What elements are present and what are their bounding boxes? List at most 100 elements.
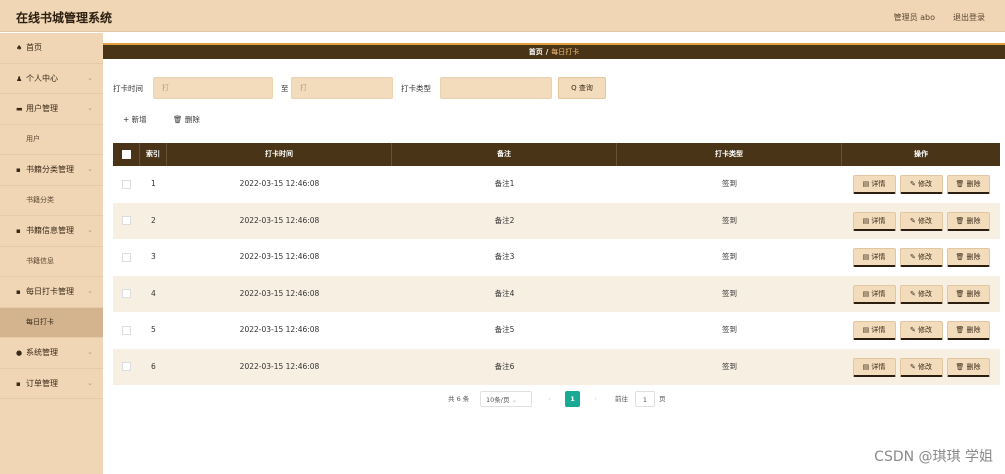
- chevron-down-icon: ⌄: [511, 396, 517, 404]
- chevron-down-icon: ⌄: [87, 104, 93, 112]
- search-bar: 打卡时间 打 至 打 打卡类型 Q 查询: [113, 77, 993, 99]
- row-checkbox-cell[interactable]: [113, 203, 140, 240]
- detail-button[interactable]: ▤ 详情: [852, 175, 896, 194]
- grid-icon: ▪: [16, 288, 21, 296]
- row-checkbox[interactable]: [122, 216, 131, 225]
- delete-button[interactable]: 🗑 删除: [946, 211, 990, 231]
- sidebar-item[interactable]: ♟ 个人中心 ⌄: [0, 64, 103, 94]
- add-button[interactable]: + 新增: [123, 114, 147, 125]
- header-index: 索引: [140, 143, 167, 166]
- table-row: 3 2022-03-15 12:46:08 备注3 签到 ▤ 详情 ✎ 修改 🗑 删除: [113, 239, 1000, 276]
- delete-button[interactable]: 🗑 删除: [946, 357, 990, 377]
- row-actions: ▤ 详情 ✎ 修改 🗑 删除: [842, 349, 1000, 377]
- cell-note: 备注3: [494, 252, 515, 261]
- sidebar-item-label: 系统管理: [26, 348, 58, 357]
- detail-button[interactable]: ▤ 详情: [852, 248, 896, 267]
- select-all-checkbox-cell[interactable]: [113, 143, 140, 166]
- bulk-delete-button[interactable]: 🗑 删除: [173, 114, 200, 125]
- row-actions: ▤ 详情 ✎ 修改 🗑 删除: [842, 203, 1000, 231]
- pagination: 共 6 条 10条/页 ⌄ ‹ 1 › 前往 1 页: [448, 391, 688, 407]
- chevron-down-icon: ⌄: [87, 226, 93, 234]
- edit-button[interactable]: ✎ 修改: [899, 284, 943, 304]
- page-size-value: 10条/页: [486, 396, 510, 404]
- cell-type: 签到: [722, 252, 737, 261]
- cell-ops: ▤ 详情 ✎ 修改 🗑 删除: [842, 239, 1000, 276]
- delete-button[interactable]: 🗑 删除: [946, 284, 990, 304]
- row-checkbox[interactable]: [122, 325, 131, 335]
- sidebar-item[interactable]: ▪ 书籍分类管理 ⌄: [0, 155, 103, 185]
- chevron-down-icon: ⌄: [87, 165, 93, 173]
- edit-button[interactable]: ✎ 修改: [899, 248, 943, 267]
- breadcrumb-home[interactable]: 首页: [529, 48, 543, 56]
- cell-time: 2022-03-15 12:46:08: [239, 288, 320, 298]
- goto-label: 前往: [615, 395, 628, 403]
- cell-time: 2022-03-15 12:46:08: [239, 252, 320, 261]
- edit-button[interactable]: ✎ 修改: [899, 211, 943, 231]
- sidebar-item-label: 每日打卡管理: [26, 287, 74, 296]
- table-row: 1 2022-03-15 12:46:08 备注1 签到 ▤ 详情 ✎ 修改 🗑 删除: [113, 166, 1000, 203]
- table-header: 索引 打卡时间 备注 打卡类型 操作: [113, 143, 1000, 166]
- breadcrumb-separator: /: [545, 48, 549, 56]
- app-title: 在线书城管理系统: [16, 11, 113, 25]
- edit-button[interactable]: ✎ 修改: [899, 321, 943, 340]
- sidebar-item[interactable]: ● 系统管理 ⌄: [0, 338, 103, 368]
- time-to-input[interactable]: 打: [291, 77, 393, 99]
- delete-button[interactable]: 🗑 删除: [946, 321, 990, 340]
- sidebar-subitem[interactable]: 每日打卡: [0, 307, 103, 337]
- sidebar-subitem[interactable]: 书籍分类: [0, 186, 103, 216]
- page-1-button[interactable]: 1: [565, 391, 580, 407]
- header-note: 备注: [392, 143, 617, 166]
- row-checkbox-cell[interactable]: [113, 239, 140, 276]
- edit-button[interactable]: ✎ 修改: [899, 357, 943, 377]
- grid-icon: ▪: [16, 166, 21, 174]
- row-checkbox-cell[interactable]: [113, 312, 140, 349]
- detail-button[interactable]: ▤ 详情: [852, 284, 896, 304]
- row-checkbox[interactable]: [122, 362, 131, 371]
- sidebar-subitem[interactable]: 书籍信息: [0, 247, 103, 277]
- row-checkbox[interactable]: [122, 252, 131, 262]
- cell-index: 6: [151, 361, 156, 371]
- detail-button[interactable]: ▤ 详情: [852, 211, 896, 231]
- grid-icon: ▪: [16, 379, 21, 388]
- logout-link[interactable]: 退出登录: [953, 12, 985, 23]
- chevron-down-icon: ⌄: [87, 378, 93, 387]
- type-input[interactable]: [440, 77, 552, 99]
- watermark: CSDN @琪琪 学姐: [874, 449, 993, 465]
- delete-button[interactable]: 🗑 删除: [946, 248, 990, 267]
- delete-button[interactable]: 🗑 删除: [946, 175, 990, 194]
- row-checkbox-cell[interactable]: [113, 276, 140, 313]
- cell-type: 签到: [722, 288, 737, 298]
- select-all-checkbox[interactable]: [121, 149, 131, 159]
- next-page-button[interactable]: ›: [588, 391, 603, 407]
- edit-button[interactable]: ✎ 修改: [899, 175, 943, 194]
- row-checkbox[interactable]: [122, 289, 131, 298]
- goto-page-input[interactable]: 1: [635, 391, 655, 407]
- table-row: 6 2022-03-15 12:46:08 备注6 签到 ▤ 详情 ✎ 修改 🗑 删除: [113, 348, 1000, 386]
- cell-ops: ▤ 详情 ✎ 修改 🗑 删除: [842, 203, 1000, 240]
- time-label: 打卡时间: [113, 84, 143, 93]
- detail-button[interactable]: ▤ 详情: [852, 357, 896, 377]
- chevron-down-icon: ⌄: [87, 287, 93, 295]
- detail-button[interactable]: ▤ 详情: [852, 321, 896, 340]
- sidebar-item[interactable]: ▪ 书籍信息管理 ⌄: [0, 216, 103, 246]
- breadcrumb: 首页 / 每日打卡: [103, 43, 1005, 59]
- table-body: 1 2022-03-15 12:46:08 备注1 签到 ▤ 详情 ✎ 修改 🗑 删除 2 20…: [113, 166, 1000, 385]
- cell-ops: ▤ 详情 ✎ 修改 🗑 删除: [842, 349, 1000, 386]
- sidebar-item[interactable]: ▪ 每日打卡管理 ⌄: [0, 277, 103, 307]
- cell-index: 2: [151, 215, 156, 225]
- sidebar-item[interactable]: ▪ 订单管理 ⌄: [0, 369, 103, 399]
- type-label: 打卡类型: [401, 84, 431, 93]
- to-label: 至: [281, 84, 289, 93]
- sidebar-item[interactable]: ♠ 首页: [0, 33, 103, 63]
- row-checkbox-cell[interactable]: [113, 349, 140, 386]
- time-from-input[interactable]: 打: [153, 77, 273, 99]
- sidebar-item-label: 书籍信息管理: [26, 226, 74, 235]
- page-size-select[interactable]: 10条/页 ⌄: [480, 391, 532, 407]
- row-checkbox-cell[interactable]: [113, 166, 140, 203]
- prev-page-button[interactable]: ‹: [542, 391, 557, 407]
- row-checkbox[interactable]: [122, 179, 131, 189]
- cell-index: 3: [151, 252, 156, 261]
- search-button[interactable]: Q 查询: [558, 77, 606, 99]
- sidebar-subitem[interactable]: 用户: [0, 125, 103, 155]
- sidebar-item[interactable]: ▬ 用户管理 ⌄: [0, 94, 103, 124]
